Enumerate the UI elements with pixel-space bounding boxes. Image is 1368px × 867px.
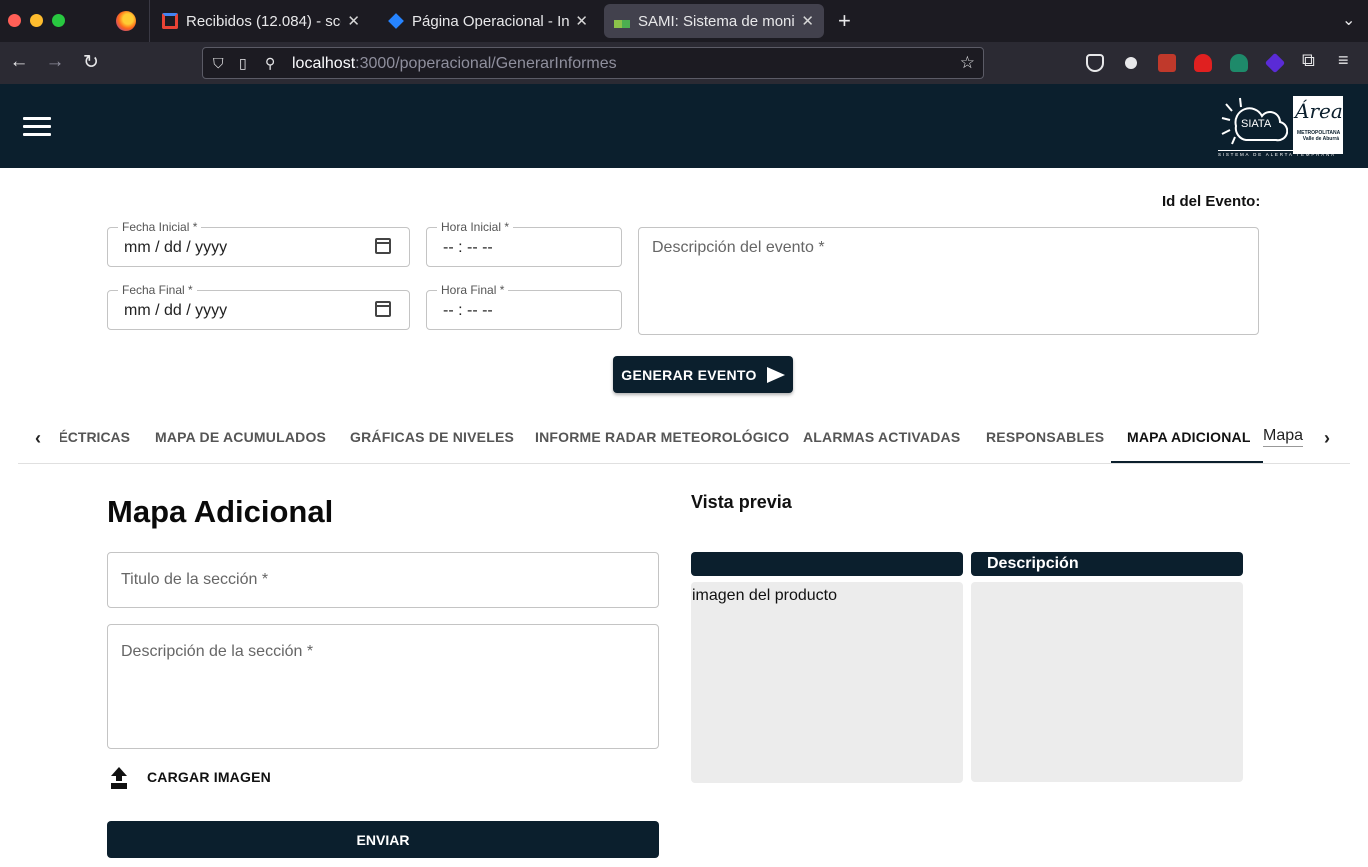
tracking-shield-icon[interactable]: ⛉ — [213, 55, 224, 72]
close-icon[interactable]: ✕ — [575, 12, 588, 30]
section-title: Mapa Adicional — [107, 494, 334, 529]
calendar-icon[interactable] — [375, 301, 391, 317]
hora-final-field[interactable]: Hora Final * -- : -- -- — [426, 283, 622, 330]
sami-favicon-icon — [614, 20, 630, 28]
tab-electricas-partial[interactable]: ÉCTRICAS — [60, 429, 130, 445]
report-tabs: ‹ ÉCTRICAS MAPA DE ACUMULADOS GRÁFICAS D… — [18, 414, 1350, 464]
logo-strapline: SISTEMA DE ALERTA TEMPRANA — [1218, 150, 1342, 157]
extension-bear-icon[interactable] — [1122, 54, 1140, 72]
calendar-icon[interactable] — [375, 238, 391, 254]
extension-green-shield-icon[interactable] — [1230, 54, 1248, 72]
hamburger-menu-icon[interactable] — [23, 117, 51, 137]
tab-mapa-adicional[interactable]: MAPA ADICIONAL — [1127, 429, 1251, 445]
enviar-button[interactable]: ENVIAR — [107, 821, 659, 858]
fecha-final-label: Fecha Final * — [118, 283, 197, 297]
extension-purple-icon[interactable] — [1264, 52, 1286, 74]
browser-tab-sami[interactable]: SAMI: Sistema de monit ✕ — [604, 4, 824, 38]
chevron-right-icon[interactable]: › — [1315, 428, 1339, 449]
browser-tab-title: Página Operacional - Inc — [412, 12, 570, 30]
url-host: localhost — [292, 55, 356, 72]
tab-separator — [149, 0, 150, 42]
amva-logo: Área METROPOLITANA Valle de Aburrá — [1293, 96, 1343, 154]
preview-description-header: Descripción — [971, 552, 1243, 576]
browser-menu-icon[interactable]: ≡ — [1338, 50, 1360, 72]
tab-graficas-de-niveles[interactable]: GRÁFICAS DE NIVELES — [350, 429, 514, 445]
preview-title: Vista previa — [691, 492, 792, 512]
amva-logo-subtitle: METROPOLITANA Valle de Aburrá — [1297, 130, 1341, 142]
firefox-icon[interactable] — [116, 11, 136, 31]
extension-shield-icon[interactable] — [1194, 54, 1212, 72]
page-info-icon[interactable]: ▯ — [239, 55, 247, 72]
hora-final-label: Hora Final * — [437, 283, 509, 297]
active-tab-indicator — [1111, 461, 1263, 463]
bookmark-star-icon[interactable]: ☆ — [960, 53, 975, 73]
cargar-imagen-button[interactable]: CARGAR IMAGEN — [107, 762, 271, 792]
reload-icon[interactable]: ↻ — [79, 51, 103, 74]
browser-tab-gmail[interactable]: Recibidos (12.084) - scg ✕ — [152, 4, 370, 38]
close-icon[interactable]: ✕ — [801, 12, 814, 30]
fecha-inicial-value: mm / dd / yyyy — [124, 239, 228, 256]
hora-inicial-field[interactable]: Hora Inicial * -- : -- -- — [426, 220, 622, 267]
minimize-window-button[interactable] — [30, 14, 43, 27]
close-window-button[interactable] — [8, 14, 21, 27]
extension-ublock-icon[interactable] — [1158, 54, 1176, 72]
fecha-final-value: mm / dd / yyyy — [124, 302, 228, 319]
browser-tab-bar: Recibidos (12.084) - scg ✕ Página Operac… — [0, 0, 1368, 42]
tab-mapa-partial[interactable]: Mapa — [1263, 427, 1304, 447]
url-bar[interactable]: ⛉ ▯ ⚲ localhost:3000/poperacional/Genera… — [202, 47, 984, 79]
send-icon — [766, 366, 785, 383]
siata-logo-text: SIATA — [1241, 118, 1272, 130]
close-icon[interactable]: ✕ — [347, 12, 360, 30]
preview-image-box: imagen del producto — [691, 582, 963, 783]
permissions-icon[interactable]: ⚲ — [265, 55, 275, 72]
tab-mapa-de-acumulados[interactable]: MAPA DE ACUMULADOS — [155, 429, 326, 445]
preview-description-box — [971, 582, 1243, 782]
forward-arrow-icon[interactable]: → — [43, 51, 67, 73]
browser-nav-bar: ← → ↻ ⛉ ▯ ⚲ localhost:3000/poperacional/… — [0, 42, 1368, 84]
fecha-final-field[interactable]: Fecha Final * mm / dd / yyyy — [107, 283, 410, 330]
extensions-puzzle-icon[interactable]: ⧉ — [1302, 50, 1324, 72]
titulo-seccion-placeholder: Titulo de la sección * — [121, 571, 269, 588]
upload-icon — [107, 765, 131, 789]
hora-inicial-value: -- : -- -- — [443, 239, 493, 256]
tab-alarmas-activadas[interactable]: ALARMAS ACTIVADAS — [803, 429, 960, 445]
browser-tab-title: SAMI: Sistema de monit — [638, 12, 796, 30]
browser-tab-title: Recibidos (12.084) - scg — [186, 12, 342, 30]
cargar-imagen-label: CARGAR IMAGEN — [147, 769, 271, 785]
event-id-label: Id del Evento: — [1162, 193, 1261, 210]
fecha-inicial-field[interactable]: Fecha Inicial * mm / dd / yyyy — [107, 220, 410, 267]
tabs-list-chevron-icon[interactable]: ⌄ — [1342, 10, 1355, 30]
chevron-left-icon[interactable]: ‹ — [26, 428, 50, 449]
new-tab-plus-icon[interactable]: + — [838, 8, 851, 34]
fecha-inicial-label: Fecha Inicial * — [118, 220, 202, 234]
gmail-icon — [162, 13, 178, 29]
preview-image-header — [691, 552, 963, 576]
hora-inicial-label: Hora Inicial * — [437, 220, 514, 234]
descripcion-seccion-placeholder: Descripción de la sección * — [121, 643, 314, 660]
browser-tab-pagina-operacional[interactable]: Página Operacional - Inc ✕ — [378, 4, 598, 38]
titulo-seccion-input[interactable]: Titulo de la sección * — [107, 552, 659, 608]
maximize-window-button[interactable] — [52, 14, 65, 27]
descripcion-evento-field[interactable]: Descripción del evento * — [638, 227, 1259, 335]
amva-logo-title: Área — [1295, 99, 1343, 123]
jira-icon — [388, 13, 404, 29]
descripcion-seccion-input[interactable]: Descripción de la sección * — [107, 624, 659, 749]
generar-evento-label: GENERAR EVENTO — [621, 366, 757, 383]
descripcion-evento-placeholder: Descripción del evento * — [652, 239, 825, 256]
enviar-label: ENVIAR — [356, 831, 410, 848]
url-path: :3000/poperacional/GenerarInformes — [355, 55, 617, 72]
hora-final-value: -- : -- -- — [443, 302, 493, 319]
app-header — [0, 84, 1368, 168]
generar-evento-button[interactable]: GENERAR EVENTO — [613, 356, 793, 393]
tab-responsables[interactable]: RESPONSABLES — [986, 429, 1104, 445]
url-text[interactable]: localhost:3000/poperacional/GenerarInfor… — [292, 55, 617, 73]
pocket-icon[interactable] — [1086, 54, 1104, 72]
preview-image-text: imagen del producto — [692, 587, 837, 604]
back-arrow-icon[interactable]: ← — [7, 51, 31, 73]
siata-logo: SIATA — [1221, 97, 1288, 145]
tab-informe-radar[interactable]: INFORME RADAR METEOROLÓGICO — [535, 429, 789, 445]
